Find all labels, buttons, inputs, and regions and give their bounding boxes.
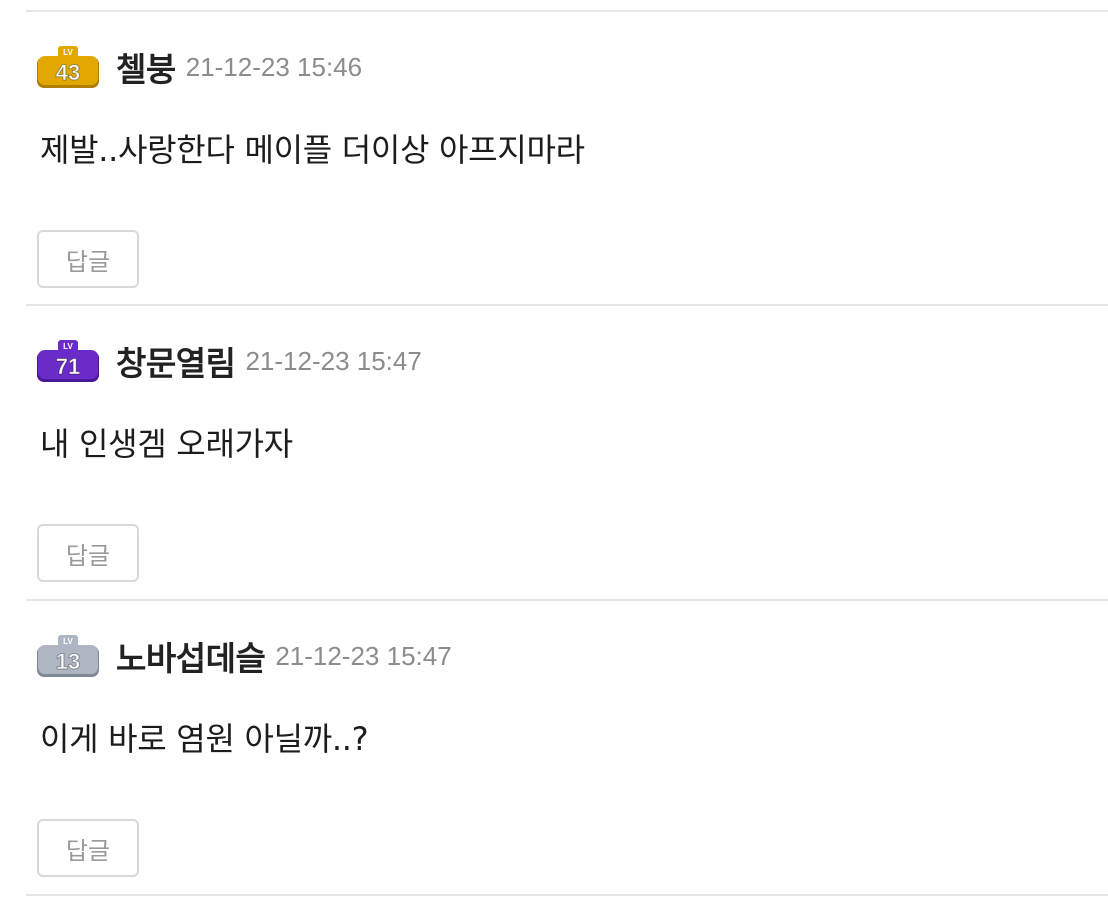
comment-timestamp: 21-12-23 15:47 <box>275 640 452 671</box>
author-name[interactable]: 첼붕 <box>116 43 176 91</box>
divider <box>26 894 1108 896</box>
level-badge-icon: LV 43 <box>36 45 100 89</box>
comment-item: LV 13 노바섭데슬 21-12-23 15:47 이게 바로 염원 아닐까.… <box>0 601 1108 895</box>
comment-text: 이게 바로 염원 아닐까..? <box>40 720 369 758</box>
reply-button[interactable]: 답글 <box>37 230 139 288</box>
comment-item: LV 43 첼붕 21-12-23 15:46 제발..사랑한다 메이플 더이상… <box>0 12 1108 306</box>
comment-header: LV 43 첼붕 21-12-23 15:46 <box>36 45 362 89</box>
reply-button[interactable]: 답글 <box>37 524 139 582</box>
level-badge-icon: LV 71 <box>36 339 100 383</box>
comment-header: LV 13 노바섭데슬 21-12-23 15:47 <box>36 634 452 678</box>
comment-timestamp: 21-12-23 15:47 <box>245 345 422 376</box>
svg-text:LV: LV <box>63 48 73 57</box>
level-badge-icon: LV 13 <box>36 634 100 678</box>
comment-item: LV 71 창문열림 21-12-23 15:47 내 인생겜 오래가자 답글 <box>0 306 1108 600</box>
author-name[interactable]: 창문열림 <box>116 337 236 385</box>
svg-text:LV: LV <box>63 342 73 351</box>
svg-text:71: 71 <box>56 354 80 379</box>
comment-timestamp: 21-12-23 15:46 <box>185 51 363 82</box>
reply-button[interactable]: 답글 <box>37 819 139 877</box>
comment-text: 제발..사랑한다 메이플 더이상 아프지마라 <box>40 131 585 169</box>
author-name[interactable]: 노바섭데슬 <box>116 632 266 680</box>
comment-text: 내 인생겜 오래가자 <box>40 425 293 463</box>
svg-text:LV: LV <box>63 637 73 646</box>
comment-header: LV 71 창문열림 21-12-23 15:47 <box>36 339 422 383</box>
comment-list: LV 43 첼붕 21-12-23 15:46 제발..사랑한다 메이플 더이상… <box>0 0 1108 899</box>
svg-text:13: 13 <box>56 649 80 674</box>
svg-text:43: 43 <box>56 60 80 85</box>
